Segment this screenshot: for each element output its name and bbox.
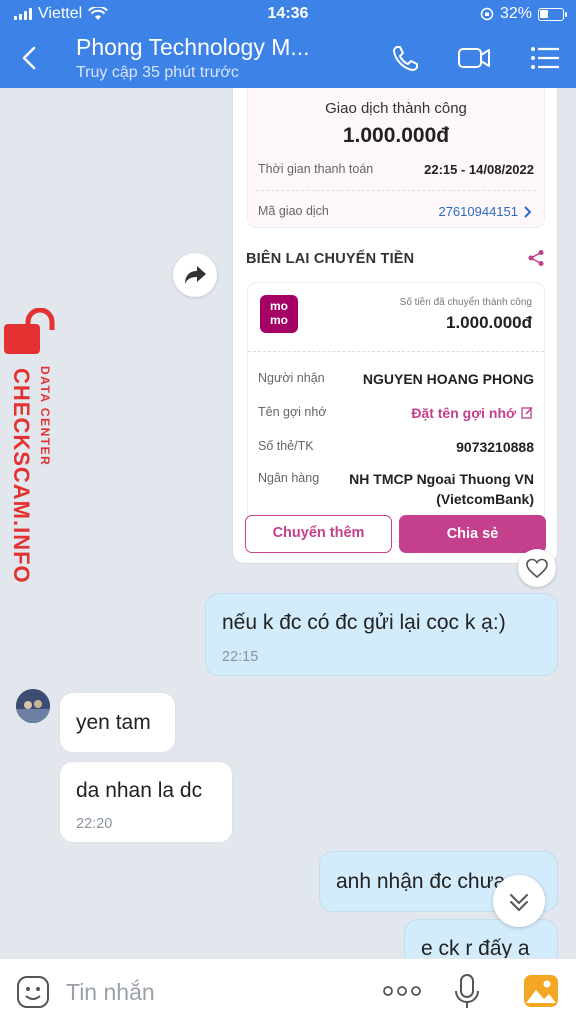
sent-amount: 1.000.000đ [445,313,532,332]
transaction-status: Giao dịch thành công [325,100,467,117]
battery-icon [538,7,567,21]
sticker-icon[interactable] [16,975,50,1009]
message-text: da nhan la dc [76,779,203,802]
chat-header: Viettel 14:36 32% Phong Technology M... … [0,0,576,88]
edit-icon [521,406,533,419]
message-time: 22:15 [222,649,259,665]
microphone-icon[interactable] [452,973,482,1011]
bank-value-line1: NH TMCP Ngoai Thuong VN [349,471,534,487]
avatar-image [16,689,50,723]
chevron-right-icon [524,206,532,218]
forward-icon[interactable] [173,253,217,297]
message-bubble-incoming[interactable]: da nhan la dc 22:20 [59,761,233,843]
divider [248,351,544,352]
message-text: nếu k đc có đc gửi lại cọc k ạ:) [222,611,506,634]
divider [256,190,536,191]
orientation-lock-icon [480,7,494,21]
watermark-sub: DATA CENTER [38,366,52,467]
message-bubble-incoming[interactable]: yen tam [59,692,176,753]
account-label: Số thẻ/TK [258,439,314,453]
message-bubble-outgoing[interactable]: nếu k đc có đc gửi lại cọc k ạ:) 22:15 [205,593,558,676]
scroll-down-button[interactable] [493,875,545,927]
share-button: Chia sẻ [399,515,546,553]
account-value: 9073210888 [456,439,534,455]
sent-label: Số tiền đã chuyển thành công [399,297,532,308]
nickname-action: Đặt tên gợi nhớ [411,405,516,421]
share-icon [528,250,544,266]
nickname-label: Tên gợi nhớ [258,405,327,419]
recipient-label: Người nhận [258,371,325,385]
bank-label: Ngân hàng [258,471,320,485]
transaction-amount: 1.000.000đ [342,124,450,147]
receipt-heading: BIÊN LAI CHUYỂN TIỀN [246,251,415,267]
chat-subtitle: Truy cập 35 phút trước [76,64,239,81]
heart-icon[interactable] [518,549,556,587]
bank-value-line2: (VietcomBank) [436,491,534,507]
video-call-icon[interactable] [456,40,492,76]
transfer-more-button: Chuyển thêm [245,515,392,553]
logo-text-top: mo [270,299,288,313]
receipt-details: mo mo Số tiền đã chuyển thành công 1.000… [247,282,545,542]
payment-time-label: Thời gian thanh toán [258,162,374,176]
message-text: yen tam [76,711,151,734]
status-right: 32% [480,5,567,23]
transaction-summary: Giao dịch thành công 1.000.000đ Thời gia… [247,88,545,228]
more-options-icon[interactable] [380,979,424,1003]
txn-id-label: Mã giao dịch [258,204,329,218]
lock-icon [4,308,55,354]
message-input[interactable] [66,977,356,1007]
checkscam-watermark: CHECKSCAM.INFO DATA CENTER [4,308,64,598]
receipt-image[interactable]: Giao dịch thành công 1.000.000đ Thời gia… [232,88,558,564]
battery-percent: 32% [499,5,532,22]
composer-bar [0,958,576,1024]
menu-icon[interactable] [527,40,563,76]
watermark-brand: CHECKSCAM.INFO [9,368,34,584]
image-picker-icon[interactable] [522,973,560,1009]
back-button[interactable] [14,40,46,76]
txn-id-value: 27610944151 [438,204,518,219]
avatar[interactable] [16,689,50,723]
momo-logo: mo mo [260,295,298,333]
message-text: anh nhận đc chưa [336,870,506,893]
recipient-value: NGUYEN HOANG PHONG [362,371,534,387]
payment-time-value: 22:15 - 14/08/2022 [424,162,534,177]
chat-title[interactable]: Phong Technology M... [76,34,346,61]
phone-call-icon[interactable] [388,40,424,76]
message-time: 22:20 [76,816,113,832]
logo-text-bottom: mo [270,313,288,327]
